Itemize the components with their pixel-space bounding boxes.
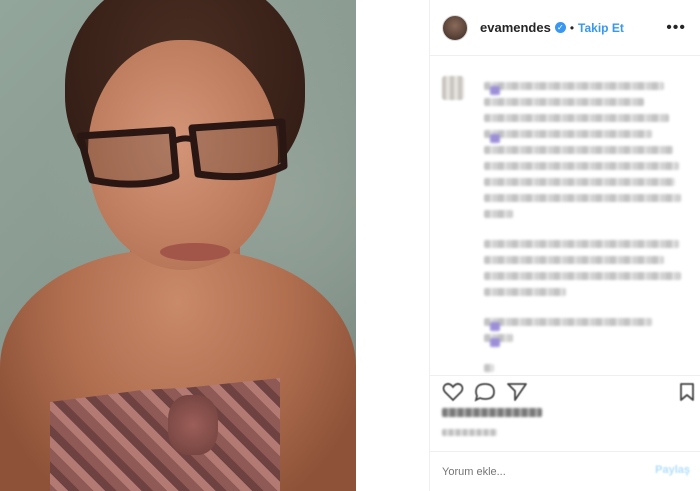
photo-glasses [76, 118, 288, 188]
caption-line [484, 82, 665, 90]
caption-line [484, 162, 679, 170]
follow-button[interactable]: Takip Et [578, 21, 624, 35]
caption-line [484, 318, 653, 326]
comment-input[interactable] [442, 464, 642, 480]
post-photo[interactable] [0, 0, 356, 491]
caption-line [484, 130, 653, 138]
separator-dot: • [569, 20, 575, 35]
post-comment-button[interactable]: Paylaş [655, 464, 690, 476]
post-actions-bar [430, 375, 700, 407]
comment-bar: Paylaş [430, 451, 700, 491]
bookmark-icon[interactable] [676, 382, 698, 402]
post-header: evamendes ✓ • Takip Et ••• [430, 0, 700, 56]
caption-line [484, 364, 495, 372]
caption-line [484, 210, 513, 218]
caption-line [484, 272, 681, 280]
caption-line [484, 194, 681, 202]
author-username[interactable]: evamendes [480, 20, 551, 35]
caption-line [484, 288, 566, 296]
caption-line [484, 334, 513, 342]
share-icon[interactable] [506, 382, 528, 402]
photo-dress-knot [168, 395, 218, 455]
caption-line [484, 240, 679, 248]
post-side-panel: evamendes ✓ • Takip Et ••• Yorum ekle...… [430, 0, 700, 491]
verified-badge-icon: ✓ [554, 22, 566, 33]
caption-line [484, 256, 665, 264]
caption-line [484, 114, 669, 122]
caption-text-blurred [484, 74, 689, 372]
more-options-icon[interactable]: ••• [666, 19, 686, 37]
comment-icon[interactable] [474, 382, 496, 402]
author-avatar[interactable] [442, 14, 468, 41]
caption-line [484, 178, 675, 186]
post-date-blurred [442, 429, 497, 436]
heart-icon[interactable] [442, 382, 464, 402]
photo-lips [160, 243, 230, 261]
caption-line [484, 146, 673, 154]
caption-line [484, 98, 644, 106]
likes-count-blurred[interactable] [442, 408, 542, 417]
caption-author-avatar[interactable] [442, 76, 464, 100]
